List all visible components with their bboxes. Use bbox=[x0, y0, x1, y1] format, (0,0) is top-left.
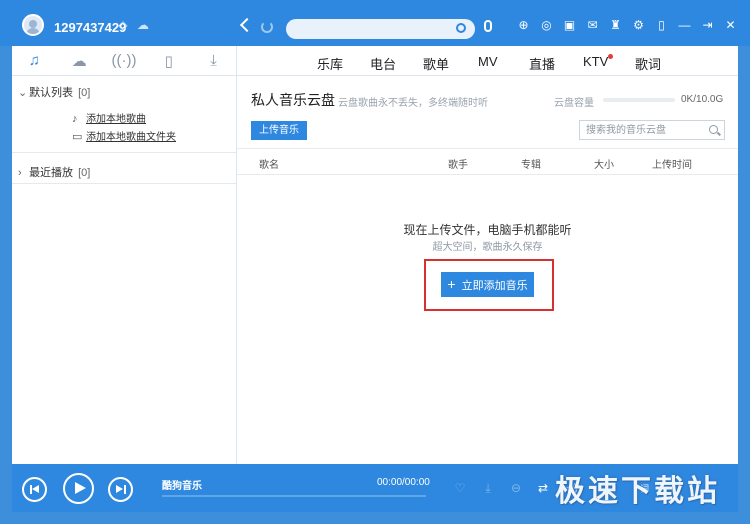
avatar[interactable] bbox=[22, 14, 44, 36]
table-header: 歌名 歌手 专辑 大小 上传时间 bbox=[237, 148, 738, 175]
tab-radio[interactable]: 电台 bbox=[370, 54, 396, 73]
tab-library[interactable]: 乐库 bbox=[317, 54, 343, 73]
add-local-folder-label: 添加本地歌曲文件夹 bbox=[86, 132, 176, 143]
download-icon[interactable]: ⤓ bbox=[481, 481, 495, 495]
tab-live[interactable]: 直播 bbox=[529, 54, 555, 73]
playlist-default[interactable]: ⌄ 默认列表 [0] bbox=[18, 84, 90, 100]
capacity-value: 0K/10.0G bbox=[681, 94, 724, 105]
mail-icon[interactable]: ✉ bbox=[585, 18, 600, 33]
add-local-song-link[interactable]: ♪ 添加本地歌曲 bbox=[72, 110, 146, 125]
column-album[interactable]: 专辑 bbox=[521, 156, 541, 171]
previous-icon[interactable] bbox=[22, 477, 47, 502]
app-window: 1297437429 ◇ ☁ ⊕ ◎ ▣ ✉ ♜ ⚙ ▯ — ⇥ ✕ ♫ ☁ (… bbox=[0, 0, 750, 524]
page-title: 私人音乐云盘 bbox=[251, 92, 335, 108]
highlight-annotation bbox=[424, 259, 554, 311]
playlist-default-label: 默认列表 bbox=[29, 87, 74, 99]
mic-icon[interactable] bbox=[484, 20, 492, 32]
cloud-icon[interactable]: ☁ bbox=[136, 18, 150, 32]
column-singer[interactable]: 歌手 bbox=[448, 156, 468, 171]
title-tools: ⊕ ◎ ▣ ✉ ♜ ⚙ ▯ — ⇥ ✕ bbox=[516, 18, 738, 34]
game-icon[interactable]: ◎ bbox=[539, 18, 554, 33]
song-title: 酷狗音乐 bbox=[162, 481, 202, 492]
mini-mode-icon[interactable]: ▯ bbox=[654, 18, 669, 33]
play-icon[interactable] bbox=[63, 473, 94, 504]
playlist-recent-label: 最近播放 bbox=[29, 167, 74, 179]
search-icon[interactable] bbox=[709, 125, 718, 134]
chevron-right-icon: › bbox=[18, 167, 22, 179]
search-icon[interactable] bbox=[456, 23, 466, 33]
column-song[interactable]: 歌名 bbox=[259, 156, 279, 171]
search-input[interactable] bbox=[286, 19, 475, 39]
divider bbox=[12, 183, 237, 184]
gamepad-icon[interactable]: ▣ bbox=[562, 18, 577, 33]
left-panel: ♫ ☁ ((·)) ▯ ⤓ ⌄ 默认列表 [0] ♪ 添加本地歌曲 ▭ 添加本地歌曲… bbox=[12, 46, 237, 464]
progress-bar[interactable] bbox=[162, 495, 426, 497]
tab-mv[interactable]: MV bbox=[478, 54, 498, 69]
title-bar: 1297437429 ◇ ☁ ⊕ ◎ ▣ ✉ ♜ ⚙ ▯ — ⇥ ✕ bbox=[0, 0, 750, 46]
cloud-search-box bbox=[579, 120, 725, 140]
repeat-icon[interactable]: ⇄ bbox=[536, 481, 550, 495]
chevron-down-icon: ⌄ bbox=[18, 87, 28, 99]
notification-dot bbox=[608, 54, 613, 59]
radio-icon[interactable]: ((·)) bbox=[102, 46, 147, 75]
playlist-default-count: [0] bbox=[78, 87, 91, 99]
tab-playlists[interactable]: 歌单 bbox=[423, 54, 449, 73]
close-icon[interactable]: ✕ bbox=[723, 18, 738, 33]
tab-ktv[interactable]: KTV bbox=[583, 54, 608, 69]
minimize-icon[interactable]: — bbox=[677, 18, 692, 33]
upload-music-button[interactable]: 上传音乐 bbox=[251, 121, 307, 140]
capacity-bar bbox=[603, 98, 675, 102]
next-icon[interactable] bbox=[108, 477, 133, 502]
tab-lyrics[interactable]: 歌词 bbox=[635, 54, 661, 73]
top-nav: 乐库 电台 歌单 MV 直播 KTV 歌词 bbox=[237, 46, 738, 76]
playlist-recent[interactable]: › 最近播放 [0] bbox=[18, 164, 90, 180]
cloud-icon[interactable]: ☁ bbox=[57, 46, 102, 75]
skin-icon[interactable]: ⊕ bbox=[516, 18, 531, 33]
note-icon: ♪ bbox=[72, 113, 78, 125]
capacity-label: 云盘容量 bbox=[554, 98, 594, 109]
empty-title: 现在上传文件，电脑手机都能听 bbox=[403, 223, 572, 237]
add-local-folder-link[interactable]: ▭ 添加本地歌曲文件夹 bbox=[72, 128, 176, 143]
play-time: 00:00/00:00 bbox=[377, 477, 430, 488]
refresh-icon[interactable] bbox=[261, 21, 273, 33]
shirt-icon[interactable]: ♜ bbox=[608, 18, 623, 33]
cloud-search-input[interactable] bbox=[586, 123, 706, 137]
column-size[interactable]: 大小 bbox=[594, 156, 614, 171]
mini-player-icon[interactable]: ⇥ bbox=[700, 18, 715, 33]
diamond-icon[interactable]: ◇ bbox=[116, 18, 130, 32]
download-icon[interactable]: ⤓ bbox=[191, 46, 236, 75]
divider bbox=[12, 152, 237, 153]
heart-icon[interactable]: ♡ bbox=[453, 481, 467, 495]
add-local-song-label: 添加本地歌曲 bbox=[86, 114, 146, 125]
column-upload-time[interactable]: 上传时间 bbox=[652, 156, 692, 171]
minus-icon[interactable]: ⊖ bbox=[509, 481, 523, 495]
music-icon[interactable]: ♫ bbox=[12, 46, 57, 75]
back-icon[interactable] bbox=[238, 18, 252, 32]
page-subtitle: 云盘歌曲永不丢失，多终端随时听 bbox=[338, 98, 488, 109]
phone-icon[interactable]: ▯ bbox=[146, 46, 191, 75]
playlist-recent-count: [0] bbox=[78, 167, 91, 179]
empty-subtitle: 超大空间，歌曲永久保存 bbox=[432, 242, 543, 253]
settings-icon[interactable]: ⚙ bbox=[631, 18, 646, 33]
folder-icon: ▭ bbox=[72, 131, 83, 143]
main-panel: 乐库 电台 歌单 MV 直播 KTV 歌词 私人音乐云盘 云盘歌曲永不丢失，多终… bbox=[237, 46, 738, 464]
watermark: 极速下载站 bbox=[555, 475, 720, 508]
left-tabs: ♫ ☁ ((·)) ▯ ⤓ bbox=[12, 46, 236, 76]
